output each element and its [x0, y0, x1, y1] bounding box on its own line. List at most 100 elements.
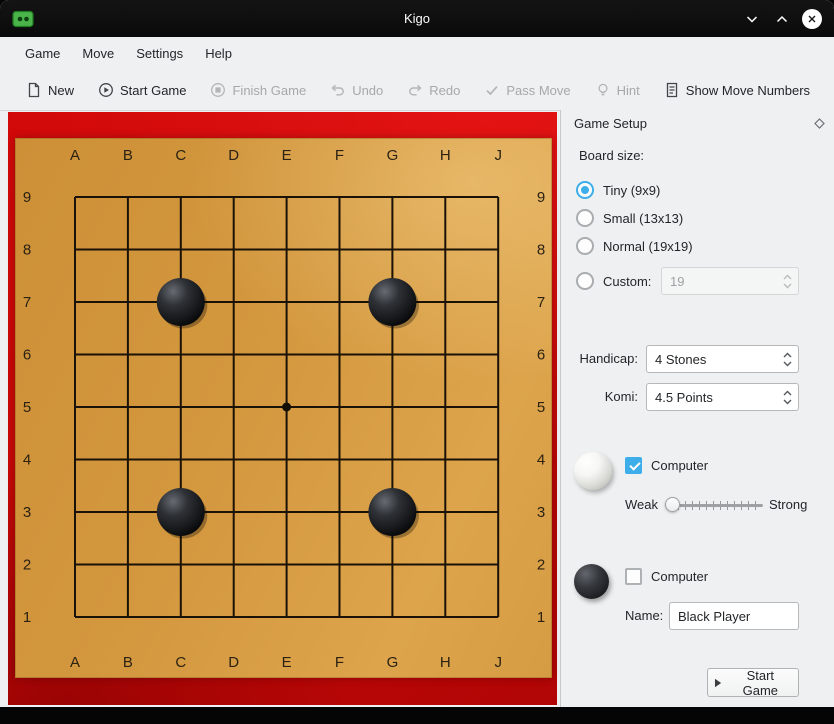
radio-label-tiny-9x9: Tiny (9x9) [603, 183, 660, 198]
black-stone[interactable] [368, 278, 416, 326]
window-title: Kigo [0, 0, 834, 37]
panel-title: Game Setup [574, 116, 814, 131]
komi-value: 4.5 Points [647, 390, 713, 405]
board-column-label: J [494, 654, 502, 671]
custom-size-value: 19 [662, 274, 684, 289]
black-computer-row: Computer [625, 568, 708, 585]
handicap-spinbox[interactable]: 4 Stones [646, 345, 799, 373]
white-stone-image [574, 452, 612, 490]
toolbar: New Start Game Finish Game Undo Redo Pass Mov… [0, 70, 834, 111]
board-column-label: E [282, 654, 292, 671]
board-view: AABBCCDDEEFFGGHHJJ998877665544332211 [8, 112, 557, 705]
stop-circle-icon [210, 82, 226, 98]
toolbar-new[interactable]: New [26, 82, 74, 98]
check-icon [484, 82, 500, 98]
board-column-label: C [175, 654, 186, 671]
board-size-option-tiny-9x9[interactable]: Tiny (9x9) [576, 176, 693, 204]
game-setup-panel: Game Setup Board size: Tiny (9x9) Small (… [560, 110, 834, 707]
undo-arrow-icon [330, 82, 346, 98]
board-row-label: 2 [23, 557, 31, 574]
board-row-label: 7 [537, 294, 545, 311]
custom-size-spinbox: 19 [661, 267, 799, 295]
board-row-label: 8 [23, 242, 31, 259]
menu-game[interactable]: Game [14, 37, 71, 70]
white-computer-label: Computer [651, 458, 708, 473]
board-column-label: B [123, 147, 133, 164]
strength-slider[interactable] [665, 496, 763, 514]
radio-small-13x13[interactable] [576, 209, 594, 227]
board-size-options: Tiny (9x9) Small (13x13)Normal (19x19) [576, 176, 693, 260]
toolbar-label-new: New [48, 83, 74, 98]
black-stone[interactable] [368, 488, 416, 536]
board-row-label: 2 [537, 557, 545, 574]
radio-tiny-9x9[interactable] [576, 181, 594, 199]
board-size-option-custom[interactable]: Custom: 19 [576, 267, 651, 295]
toolbar-label-redo: Redo [429, 83, 460, 98]
toolbar-undo: Undo [330, 82, 383, 98]
numbers-document-icon [664, 82, 680, 98]
board-grid[interactable]: AABBCCDDEEFFGGHHJJ998877665544332211 [15, 138, 552, 678]
play-arrow-icon [714, 678, 722, 688]
close-button[interactable] [802, 9, 822, 29]
toolbar-label-show-move-numbers: Show Move Numbers [686, 83, 810, 98]
board-row-label: 9 [537, 189, 545, 206]
toolbar-pass-move: Pass Move [484, 82, 570, 98]
panel-header: Game Setup [561, 110, 834, 136]
board-column-label: A [70, 147, 80, 164]
lightbulb-icon [595, 82, 611, 98]
menu-help[interactable]: Help [194, 37, 243, 70]
black-player-name-input[interactable] [669, 602, 799, 630]
toolbar-show-move-numbers[interactable]: Show Move Numbers [664, 82, 810, 98]
spinner-arrows-icon[interactable] [782, 388, 793, 407]
black-stone-image [574, 564, 609, 599]
board-row-label: 3 [537, 504, 545, 521]
board-column-label: H [440, 654, 451, 671]
komi-spinbox[interactable]: 4.5 Points [646, 383, 799, 411]
black-computer-label: Computer [651, 569, 708, 584]
board-column-label: D [228, 654, 239, 671]
board-row-label: 6 [23, 347, 31, 364]
go-board[interactable]: AABBCCDDEEFFGGHHJJ998877665544332211 [15, 138, 552, 678]
start-game-button[interactable]: Start Game [707, 668, 799, 697]
radio-custom-size[interactable] [576, 272, 594, 290]
slider-handle[interactable] [665, 497, 680, 512]
toolbar-start-game[interactable]: Start Game [98, 82, 186, 98]
toolbar-finish-game: Finish Game [210, 82, 306, 98]
board-row-label: 1 [537, 609, 545, 626]
menu-move[interactable]: Move [71, 37, 125, 70]
float-panel-icon[interactable] [814, 118, 825, 129]
board-row-label: 8 [537, 242, 545, 259]
board-column-label: J [494, 147, 502, 164]
toolbar-hint: Hint [595, 82, 640, 98]
maximize-button[interactable] [772, 9, 792, 29]
start-game-label: Start Game [729, 668, 792, 698]
board-column-label: E [282, 147, 292, 164]
menu-settings[interactable]: Settings [125, 37, 194, 70]
toolbar-label-pass-move: Pass Move [506, 83, 570, 98]
board-row-label: 5 [537, 399, 545, 416]
board-size-option-small-13x13[interactable]: Small (13x13) [576, 204, 693, 232]
white-computer-row: Computer [625, 457, 708, 474]
board-size-option-normal-19x19[interactable]: Normal (19x19) [576, 232, 693, 260]
toolbar-label-hint: Hint [617, 83, 640, 98]
black-stone[interactable] [157, 278, 205, 326]
black-name-label: Name: [625, 608, 663, 623]
titlebar: Kigo [0, 0, 834, 37]
minimize-button[interactable] [742, 9, 762, 29]
new-document-icon [26, 82, 42, 98]
board-row-label: 4 [23, 452, 31, 469]
board-column-label: B [123, 654, 133, 671]
menubar: GameMoveSettingsHelp [0, 37, 834, 70]
toolbar-label-start-game: Start Game [120, 83, 186, 98]
strong-label: Strong [769, 497, 807, 512]
black-stone[interactable] [157, 488, 205, 536]
board-size-label: Board size: [579, 148, 644, 163]
spinner-arrows-icon[interactable] [782, 350, 793, 369]
window-controls [742, 0, 822, 37]
board-column-label: C [175, 147, 186, 164]
white-computer-checkbox[interactable] [625, 457, 642, 474]
radio-normal-19x19[interactable] [576, 237, 594, 255]
board-row-label: 9 [23, 189, 31, 206]
black-computer-checkbox[interactable] [625, 568, 642, 585]
board-column-label: F [335, 654, 344, 671]
